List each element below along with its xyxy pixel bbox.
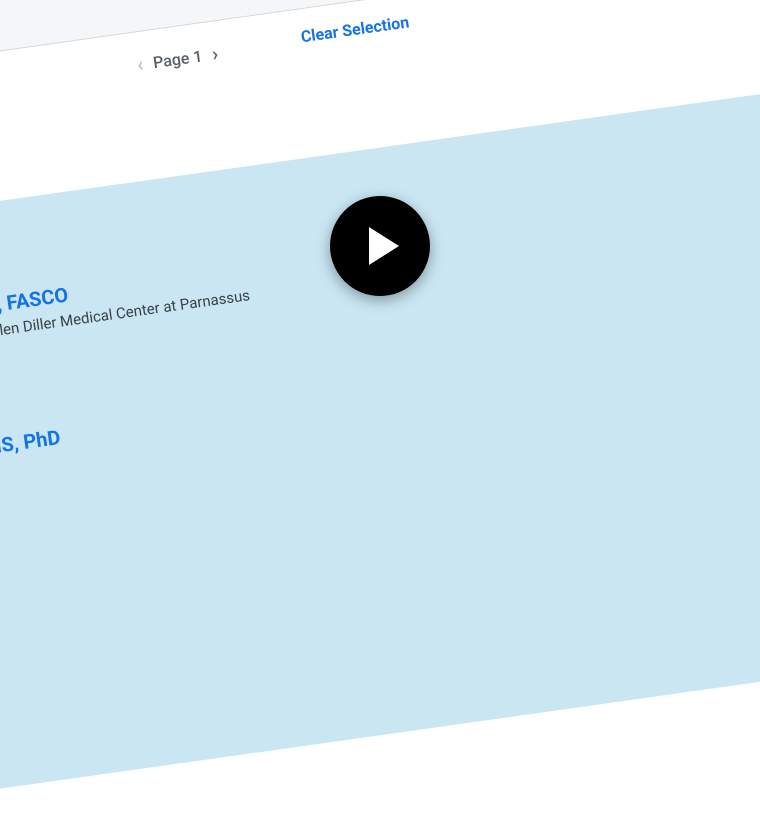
chevron-left-icon[interactable]: ‹ [135, 52, 144, 77]
play-icon [369, 227, 399, 265]
play-button[interactable] [330, 196, 430, 296]
pager: ‹ Page 1 › [135, 41, 219, 76]
viewport: Veeva Link Key People Advanced News Add … [0, 0, 760, 500]
results-panel: Select Page Hope S Rugo, MD, FASCO UCSF … [0, 60, 760, 817]
content-area: Associations ‹ Page 1 › Clear Selection … [0, 0, 760, 817]
person-name[interactable]: Giuliano, MD, MS, PhD [0, 425, 62, 477]
person-info: Hope S Rugo, MD, FASCO UCSF Health - UCS… [0, 256, 270, 404]
person-info: Giuliano, MD, MS, PhD [0, 425, 68, 518]
app-frame: Veeva Link Key People Advanced News Add … [0, 0, 760, 817]
clear-selection-link[interactable]: Clear Selection [300, 12, 411, 46]
chevron-right-icon[interactable]: › [210, 41, 219, 66]
page-label: Page 1 [152, 46, 204, 72]
